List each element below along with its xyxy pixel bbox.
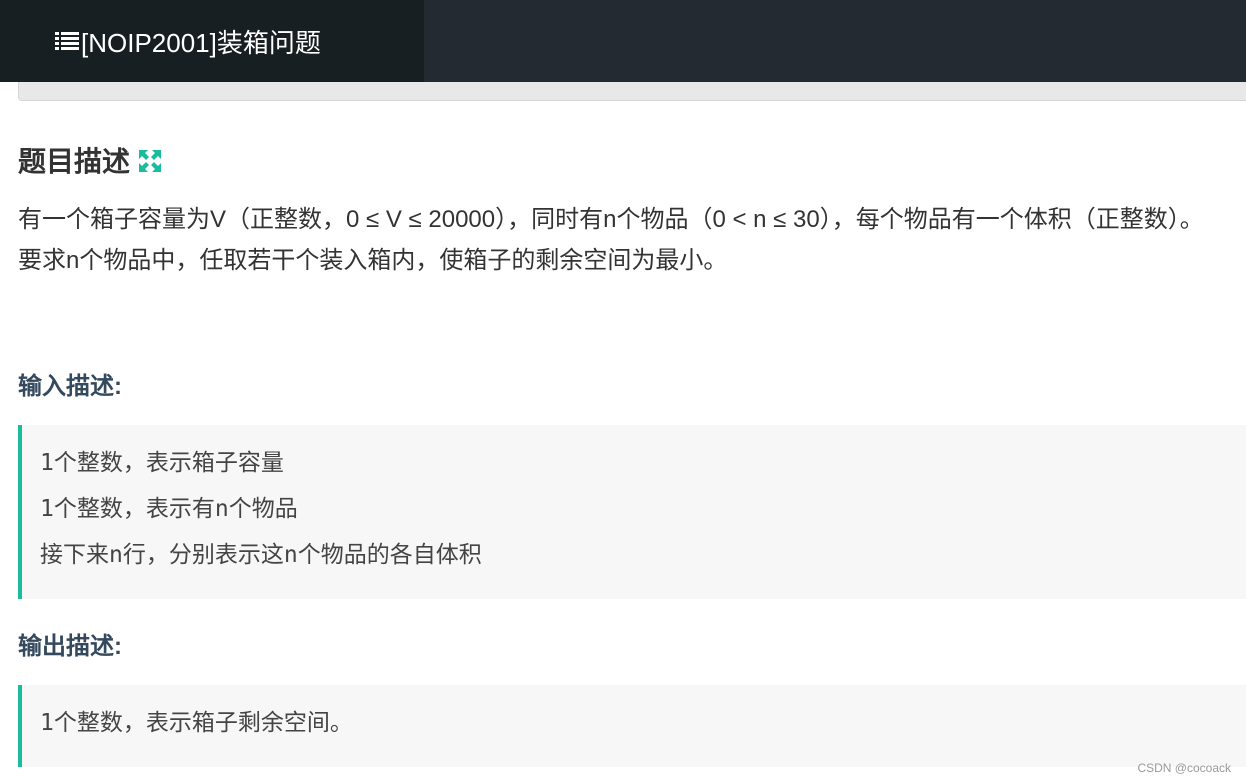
watermark: CSDN @cocoack xyxy=(1137,761,1231,775)
input-description-heading: 输入描述: xyxy=(18,373,122,400)
expand-icon[interactable] xyxy=(138,148,162,172)
toolbar-strip xyxy=(18,82,1246,101)
description-paragraph-1: 有一个箱子容量为V（正整数，0 ≤ V ≤ 20000），同时有n个物品（0 <… xyxy=(18,206,1204,233)
output-line: 1个整数，表示箱子剩余空间。 xyxy=(40,710,353,736)
problem-description-title: 题目描述 xyxy=(18,146,131,177)
input-line: 1个整数，表示有n个物品 xyxy=(40,496,298,522)
output-description-box: 1个整数，表示箱子剩余空间。 xyxy=(18,685,1246,767)
input-line: 接下来n行，分别表示这n个物品的各自体积 xyxy=(40,542,482,568)
problem-description-heading: 题目描述 xyxy=(18,140,162,180)
problem-description: 有一个箱子容量为V（正整数，0 ≤ V ≤ 20000），同时有n个物品（0 <… xyxy=(18,199,1243,281)
problem-title-tab[interactable]: [NOIP2001]装箱问题 xyxy=(0,0,424,82)
input-description-box: 1个整数，表示箱子容量 1个整数，表示有n个物品 接下来n行，分别表示这n个物品… xyxy=(18,425,1246,599)
description-paragraph-2: 要求n个物品中，任取若干个装入箱内，使箱子的剩余空间为最小。 xyxy=(18,247,728,274)
problem-title: [NOIP2001]装箱问题 xyxy=(81,27,321,58)
input-line: 1个整数，表示箱子容量 xyxy=(40,450,284,476)
output-description-heading: 输出描述: xyxy=(18,633,122,660)
top-bar: [NOIP2001]装箱问题 xyxy=(0,0,1246,82)
list-icon xyxy=(55,31,79,51)
